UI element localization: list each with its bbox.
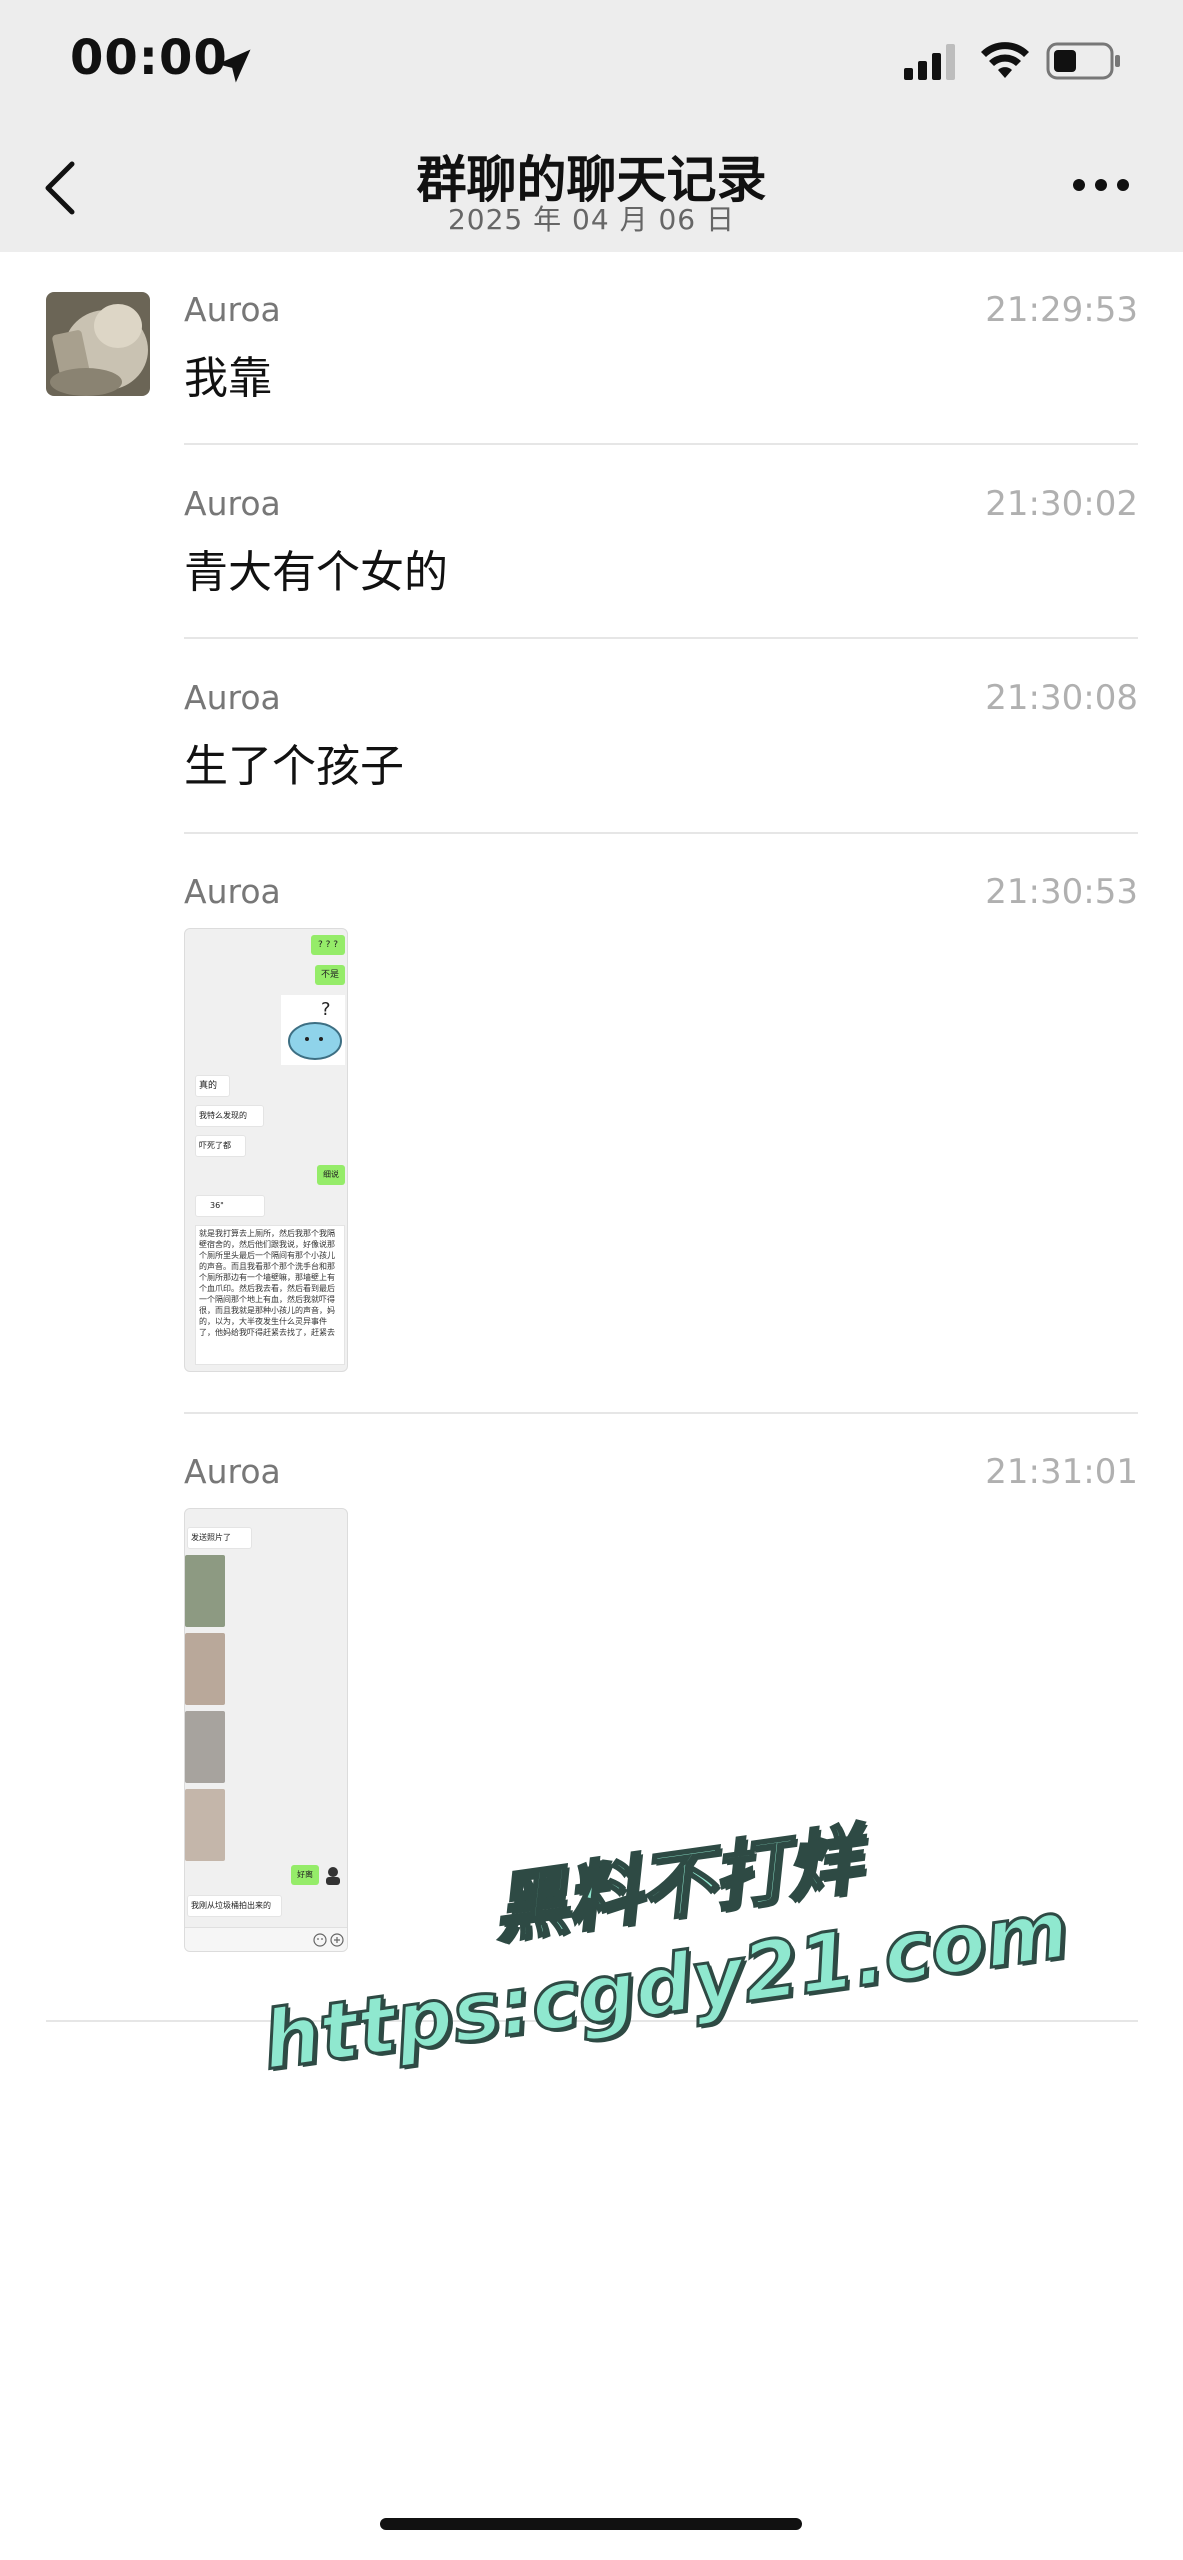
mini-photo	[185, 1711, 225, 1783]
mini-bubble: 细说	[317, 1165, 345, 1185]
message-text: 青大有个女的	[184, 547, 448, 598]
message-text: 生了个孩子	[184, 741, 404, 792]
more-dots-icon[interactable]	[1072, 178, 1130, 192]
mini-bubble: 吓死了都	[195, 1135, 246, 1157]
home-indicator[interactable]	[380, 2518, 802, 2530]
sender-name: Auroa	[184, 290, 281, 329]
plus-icon	[330, 1933, 344, 1947]
header-region: 00:00 群聊的聊天记录 2025 年 04 月 06 日	[0, 0, 1183, 252]
message-1[interactable]: Auroa 21:29:53 我靠	[184, 290, 1138, 404]
mini-bubble: 真的	[195, 1075, 230, 1097]
divider	[184, 443, 1138, 445]
mini-long-text-bubble: 就是我打算去上厕所，然后我那个我隔壁宿舍的，然后他们跟我说，好像说那个厕所里头最…	[195, 1225, 345, 1365]
page-subtitle-date: 2025 年 04 月 06 日	[447, 203, 736, 236]
image-thumbnail-chat-screenshot[interactable]: 发送照片了 好离 我刚从垃圾桶拍出来的	[184, 1508, 348, 1952]
mini-bubble: 我刚从垃圾桶拍出来的	[187, 1895, 282, 1917]
divider	[184, 637, 1138, 639]
svg-text:?: ?	[321, 999, 331, 1020]
status-time: 00:00	[70, 30, 228, 86]
message-4: Auroa 21:30:53 ? ? ? 不是 ? 真的 我特么发现的 吓死了都…	[184, 872, 1138, 1372]
mini-bubble: 发送照片了	[187, 1527, 252, 1549]
sender-name: Auroa	[184, 678, 281, 717]
mini-photo	[185, 1555, 225, 1627]
mini-bubble: ? ? ?	[311, 935, 345, 955]
sender-name: Auroa	[184, 484, 281, 523]
mini-photo	[185, 1789, 225, 1861]
mini-avatar-icon	[326, 1867, 340, 1885]
mini-bubble: 我特么发现的	[195, 1105, 264, 1127]
message-3[interactable]: Auroa 21:30:08 生了个孩子	[184, 678, 1138, 792]
message-2[interactable]: Auroa 21:30:02 青大有个女的	[184, 484, 1138, 598]
message-time: 21:30:02	[985, 484, 1138, 524]
divider	[184, 832, 1138, 834]
message-time: 21:30:08	[985, 678, 1138, 718]
mini-bubble: 好离	[291, 1865, 319, 1885]
battery-icon	[1046, 42, 1120, 80]
image-thumbnail-chat-screenshot[interactable]: ? ? ? 不是 ? 真的 我特么发现的 吓死了都 细说 36" 就是我打算去上…	[184, 928, 348, 1372]
emoji-icon	[313, 1933, 327, 1947]
location-arrow-icon	[217, 49, 251, 83]
sender-name: Auroa	[184, 872, 281, 911]
message-5: Auroa 21:31:01 发送照片了 好离 我刚从垃圾桶拍出来的	[184, 1452, 1138, 1952]
mini-voice-bubble: 36"	[195, 1195, 265, 1217]
message-text: 我靠	[184, 353, 272, 404]
avatar-image	[46, 292, 150, 396]
wifi-icon	[981, 42, 1029, 78]
cellular-signal-icon	[904, 44, 955, 80]
message-time: 21:29:53	[985, 290, 1138, 330]
mini-input-bar	[185, 1927, 347, 1951]
sender-avatar[interactable]	[46, 292, 150, 396]
mini-bubble: 不是	[315, 965, 345, 985]
divider	[46, 2020, 1138, 2022]
divider	[184, 1412, 1138, 1414]
chat-history-screen: 00:00 群聊的聊天记录 2025 年 04 月 06 日 Auroa 21:…	[0, 0, 1183, 2560]
message-time: 21:30:53	[985, 872, 1138, 912]
sticker-icon: ?	[281, 995, 345, 1065]
mini-photo	[185, 1633, 225, 1705]
sender-name: Auroa	[184, 1452, 281, 1491]
message-time: 21:31:01	[985, 1452, 1138, 1492]
